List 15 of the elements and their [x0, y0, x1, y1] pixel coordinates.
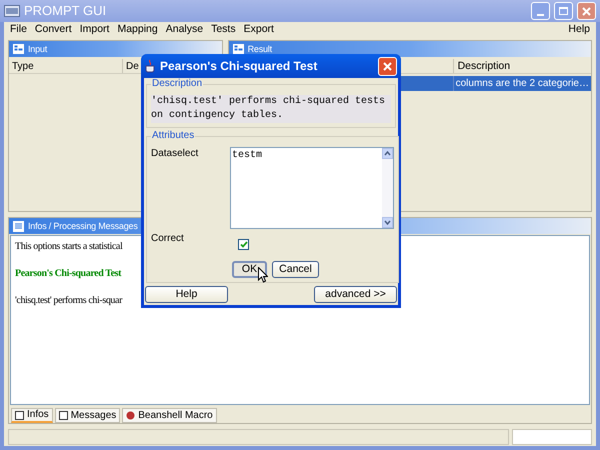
panel-title: Input [28, 44, 48, 54]
group-label: Description [151, 79, 204, 89]
field-label: Dataselect [151, 147, 200, 161]
info-text: 'chisq.test' performs chi-squar [15, 294, 122, 308]
panel-title: Result [248, 44, 272, 54]
info-heading: Pearson's Chi-squared Test [15, 267, 122, 281]
window-title: PROMPT GUI [24, 2, 108, 20]
field-value: testm [231, 149, 264, 161]
dialog-title: Pearson's Chi-squared Test [160, 58, 318, 75]
info-text: This options starts a statistical [15, 240, 122, 254]
field-label: Correct [151, 234, 185, 246]
description-text: 'chisq.test' performs chi-squared tests on contingency tables. [151, 95, 391, 123]
table-cell-text: columns are the 2 categorie… [454, 77, 590, 91]
group-label: Attributes [151, 131, 196, 141]
panel-title: Infos / Processing Messages [28, 222, 138, 230]
